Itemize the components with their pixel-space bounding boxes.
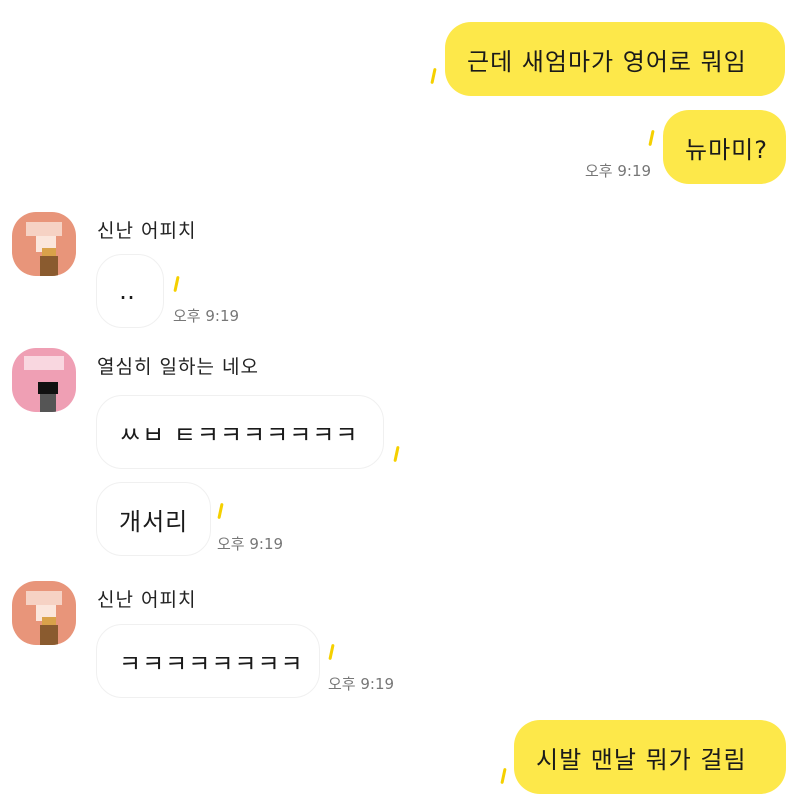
sender-name: 신난 어피치 [97,220,197,242]
read-indicator-icon [173,275,180,293]
message-text: ㅋㅋㅋㅋㅋㅋㅋㅋ [119,649,304,678]
message-text: 뉴마미? [685,135,768,164]
message-text: ㅆㅂ ㅌㅋㅋㅋㅋㅋㅋㅋ [119,420,359,449]
message-text: 개서리 [119,507,189,536]
read-indicator-icon [393,445,400,463]
avatar[interactable] [12,212,76,276]
other-message-bubble[interactable]: ㅋㅋㅋㅋㅋㅋㅋㅋ [96,624,320,698]
avatar[interactable] [12,348,76,412]
sender-name: 신난 어피치 [97,589,197,611]
my-message-bubble[interactable]: 시발 맨날 뭐가 걸림 [514,720,786,794]
message-text: ‥ [119,277,137,305]
message-timestamp: 오후 9:19 [217,535,284,553]
read-indicator-icon [328,643,335,661]
read-indicator-icon [217,502,224,520]
message-timestamp: 오후 9:19 [585,162,652,180]
other-message-bubble[interactable]: ‥ [96,254,164,328]
read-indicator-icon [648,129,655,147]
message-text: 시발 맨날 뭐가 걸림 [536,745,747,774]
my-message-bubble[interactable]: 근데 새엄마가 영어로 뭐임 [445,22,785,96]
sender-name: 열심히 일하는 네오 [97,356,259,378]
read-indicator-icon [430,67,437,85]
other-message-bubble[interactable]: 개서리 [96,482,211,556]
other-message-bubble[interactable]: ㅆㅂ ㅌㅋㅋㅋㅋㅋㅋㅋ [96,395,384,469]
avatar[interactable] [12,581,76,645]
read-indicator-icon [500,767,507,785]
message-timestamp: 오후 9:19 [173,307,240,325]
message-text: 근데 새엄마가 영어로 뭐임 [467,47,747,76]
message-timestamp: 오후 9:19 [328,675,395,693]
my-message-bubble[interactable]: 뉴마미? [663,110,786,184]
